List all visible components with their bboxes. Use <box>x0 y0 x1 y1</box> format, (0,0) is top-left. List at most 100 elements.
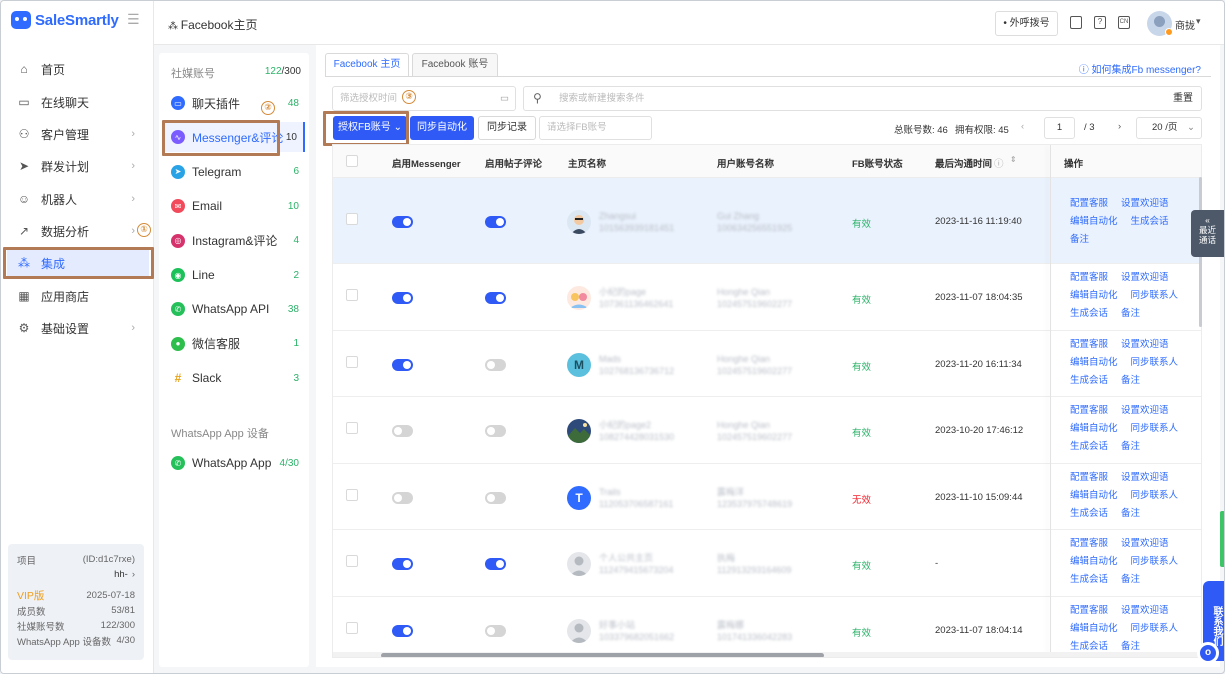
nav-item-3[interactable]: ➤ 群发计划 › <box>7 152 149 180</box>
messenger-toggle[interactable] <box>392 491 413 504</box>
row-action-link[interactable]: 备注 <box>1121 438 1140 456</box>
brand-logo[interactable]: SaleSmartly <box>11 9 119 31</box>
row-action-link[interactable]: 备注 <box>1121 571 1140 589</box>
row-action-link[interactable]: 配置客服 <box>1070 402 1108 420</box>
row-action-link[interactable]: 编辑自动化 <box>1070 287 1118 305</box>
row-action-link[interactable]: 配置客服 <box>1070 535 1108 553</box>
row-checkbox[interactable] <box>346 488 358 501</box>
row-checkbox[interactable] <box>346 289 358 302</box>
comment-toggle[interactable] <box>485 358 506 371</box>
row-action-link[interactable]: 配置客服 <box>1070 602 1108 620</box>
social-item-6[interactable]: ✆ WhatsApp API 38 <box>165 294 305 324</box>
row-action-link[interactable]: 设置欢迎语 <box>1121 269 1169 287</box>
contact-chat-icon[interactable]: o <box>1197 642 1219 664</box>
row-action-link[interactable]: 备注 <box>1121 372 1140 390</box>
row-action-link[interactable]: 生成会话 <box>1131 213 1169 231</box>
table-row[interactable]: 小纪的page2 108274428031530 Honghe Qian 102457… <box>333 397 1201 464</box>
nav-item-4[interactable]: ☺ 机器人 › <box>7 185 149 213</box>
row-checkbox[interactable] <box>346 213 358 225</box>
social-item-4[interactable]: ◎ Instagram&评论 4 <box>165 226 305 256</box>
social-item-3[interactable]: ✉ Email 10 <box>165 191 305 221</box>
comment-toggle[interactable] <box>485 216 506 228</box>
help-icon[interactable]: ? <box>1094 16 1106 29</box>
comment-toggle[interactable] <box>485 425 506 438</box>
messenger-toggle[interactable] <box>392 358 413 371</box>
nav-item-2[interactable]: ⚇ 客户管理 › <box>7 120 149 148</box>
social-item-5[interactable]: ◉ Line 2 <box>165 260 305 290</box>
row-checkbox[interactable] <box>346 422 358 435</box>
row-action-link[interactable]: 编辑自动化 <box>1070 487 1118 505</box>
next-page-icon[interactable]: › <box>1118 121 1121 132</box>
row-action-link[interactable]: 设置欢迎语 <box>1121 402 1169 420</box>
messenger-toggle[interactable] <box>392 292 413 305</box>
row-action-link[interactable]: 设置欢迎语 <box>1121 535 1169 553</box>
sync-log-button[interactable]: 同步记录 <box>478 116 536 140</box>
row-action-link[interactable]: 生成会话 <box>1070 372 1108 390</box>
search-input[interactable]: ⚲ 搜索或新建搜索条件 重置 <box>523 86 1202 111</box>
sort-icon[interactable]: ⇕ <box>1010 155 1017 164</box>
row-action-link[interactable]: 备注 <box>1121 305 1140 323</box>
outbound-call-button[interactable]: • 外呼拨号 <box>995 11 1058 36</box>
row-action-link[interactable]: 配置客服 <box>1070 269 1108 287</box>
messenger-toggle[interactable] <box>392 558 413 571</box>
fb-account-select[interactable]: 请选择FB账号 <box>539 116 652 140</box>
table-row[interactable]: T Trails 112053706587161 露梅洋 123537975748619… <box>333 464 1201 530</box>
table-row[interactable]: 好事小站 103379682051662 露梅娜 101741336042283 有效 2… <box>333 597 1201 658</box>
recent-calls-tab[interactable]: «最近通话 <box>1191 210 1224 257</box>
copy-icon[interactable] <box>1070 16 1082 29</box>
row-action-link[interactable]: 配置客服 <box>1070 195 1108 213</box>
row-action-link[interactable]: 同步联系人 <box>1131 354 1179 372</box>
messenger-toggle[interactable] <box>392 624 413 637</box>
table-row[interactable]: Zhangsui 101563939181451 Gui Zhang 10063425… <box>333 178 1201 264</box>
row-action-link[interactable]: 同步联系人 <box>1131 487 1179 505</box>
row-action-link[interactable]: 编辑自动化 <box>1070 213 1118 231</box>
row-checkbox[interactable] <box>346 621 358 634</box>
social-item-whatsapp-app[interactable]: ✆ WhatsApp App 4/30 <box>165 448 305 478</box>
row-action-link[interactable]: 生成会话 <box>1070 438 1108 456</box>
row-action-link[interactable]: 同步联系人 <box>1131 553 1179 571</box>
social-item-0[interactable]: ▭ 聊天插件 48 <box>165 88 305 118</box>
table-row[interactable]: M Mads 102768136736712 Honghe Qian 102457519… <box>333 331 1201 397</box>
select-all-checkbox[interactable] <box>346 155 358 167</box>
page-input[interactable]: 1 <box>1044 117 1075 139</box>
row-action-link[interactable]: 同步联系人 <box>1131 287 1179 305</box>
tab-facebook-page[interactable]: Facebook 主页 <box>325 53 409 77</box>
row-action-link[interactable]: 设置欢迎语 <box>1121 195 1169 213</box>
row-action-link[interactable]: 配置客服 <box>1070 469 1108 487</box>
horizontal-scrollbar[interactable] <box>381 653 824 657</box>
page-size-select[interactable]: 20 /页 ⌄ <box>1136 117 1202 139</box>
messenger-toggle[interactable] <box>392 425 413 438</box>
prev-page-icon[interactable]: ‹ <box>1021 121 1024 132</box>
calendar-icon[interactable]: ▭ <box>500 87 509 110</box>
social-item-8[interactable]: # Slack 3 <box>165 363 305 393</box>
table-row[interactable]: 个人公共主页 112479415673204 执梅 112913293164609 有效… <box>333 530 1201 597</box>
row-action-link[interactable]: 备注 <box>1121 505 1140 523</box>
nav-item-5[interactable]: ↗ 数据分析 › <box>7 217 149 245</box>
row-action-link[interactable]: 配置客服 <box>1070 336 1108 354</box>
row-action-link[interactable]: 生成会话 <box>1070 305 1108 323</box>
sync-automation-button[interactable]: 同步自动化 <box>410 116 474 140</box>
row-action-link[interactable]: 同步联系人 <box>1131 620 1179 638</box>
social-item-7[interactable]: ● 微信客服 1 <box>165 329 305 359</box>
row-action-link[interactable]: 设置欢迎语 <box>1121 602 1169 620</box>
nav-item-1[interactable]: ▭ 在线聊天 <box>7 88 149 116</box>
messenger-toggle[interactable] <box>392 216 413 228</box>
reset-button[interactable]: 重置 <box>1173 87 1193 110</box>
row-action-link[interactable]: 同步联系人 <box>1131 420 1179 438</box>
table-row[interactable]: 小纪的page 107361136462641 Honghe Qian 1024575… <box>333 264 1201 331</box>
social-item-2[interactable]: ➤ Telegram 6 <box>165 157 305 187</box>
nav-item-8[interactable]: ⚙ 基础设置 › <box>7 314 149 342</box>
row-checkbox[interactable] <box>346 355 358 368</box>
tab-facebook-account[interactable]: Facebook 账号 <box>412 53 498 77</box>
messenger-help-link[interactable]: ⓘ 如何集成Fb messenger? <box>1079 61 1201 76</box>
row-action-link[interactable]: 设置欢迎语 <box>1121 336 1169 354</box>
nav-item-0[interactable]: ⌂ 首页 <box>7 55 149 83</box>
row-action-link[interactable]: 设置欢迎语 <box>1121 469 1169 487</box>
row-action-link[interactable]: 生成会话 <box>1070 505 1108 523</box>
row-checkbox[interactable] <box>346 555 358 568</box>
green-side-strip[interactable] <box>1220 511 1224 567</box>
row-action-link[interactable]: 编辑自动化 <box>1070 553 1118 571</box>
row-action-link[interactable]: 编辑自动化 <box>1070 420 1118 438</box>
comment-toggle[interactable] <box>485 292 506 305</box>
row-action-link[interactable]: 编辑自动化 <box>1070 354 1118 372</box>
